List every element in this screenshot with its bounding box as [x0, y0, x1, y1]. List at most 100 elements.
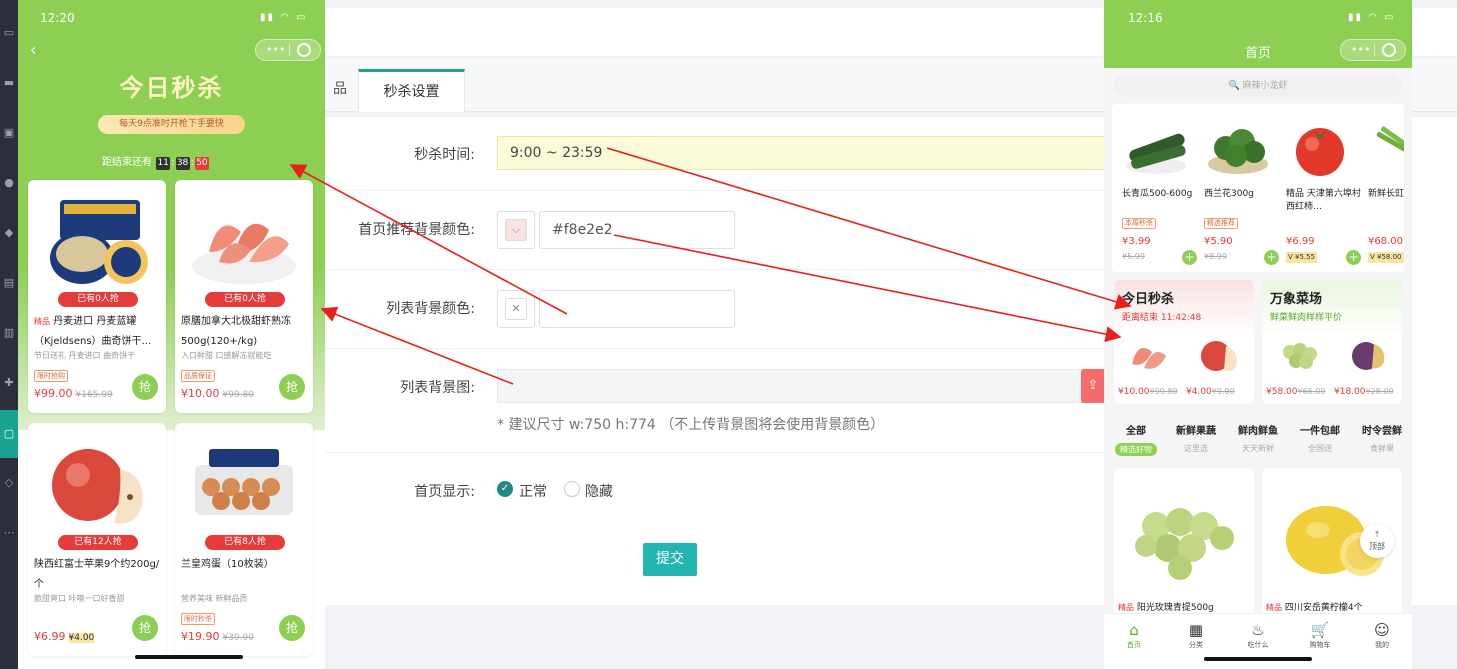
- radio-hidden-label[interactable]: 隐藏: [585, 481, 613, 501]
- users-icon[interactable]: ●: [2, 176, 16, 190]
- cube-icon[interactable]: ◇: [2, 476, 16, 490]
- item-price: ¥5.90: [1204, 236, 1233, 247]
- radio-hidden[interactable]: [564, 481, 580, 497]
- grid-icon: ▦: [1188, 621, 1204, 639]
- list-bg-color-input[interactable]: [539, 290, 735, 328]
- tab-previous[interactable]: 品: [325, 69, 355, 112]
- nav-cart[interactable]: 🛒 购物车: [1300, 620, 1340, 650]
- radio-normal-label[interactable]: 正常: [519, 481, 547, 501]
- home-bg-color-picker[interactable]: ⌵: [497, 211, 535, 249]
- tab-seckill-settings[interactable]: 秒杀设置: [358, 69, 465, 112]
- recommend-strip: 长青瓜500-600g 本周秒杀 ¥3.99 ¥5.99 + 西兰花300g 精…: [1112, 104, 1404, 272]
- seckill-slogan: 每天9点准时开枪下手要快: [98, 115, 245, 134]
- product-name: 精品 丹麦进口 丹麦蓝罐（Kjeldsens）曲奇饼干…: [34, 316, 152, 347]
- cart-icon[interactable]: ▬: [2, 76, 16, 90]
- category-tab-meat-fish[interactable]: 鲜肉鲜鱼 天天新鲜: [1228, 422, 1288, 454]
- promo-title: 今日秒杀: [1122, 292, 1175, 307]
- category-tab-all[interactable]: 全部 精选好物: [1106, 422, 1166, 456]
- list-bg-color-label: 列表背景颜色:: [386, 301, 475, 317]
- seckill-title: 今日秒杀: [119, 74, 224, 102]
- nav-category[interactable]: ▦ 分类: [1176, 620, 1216, 650]
- radio-normal[interactable]: ✓: [497, 481, 513, 497]
- check-icon: ✓: [500, 483, 510, 494]
- nav-home[interactable]: ⌂ 首页: [1114, 620, 1154, 650]
- category-tab-seasonal[interactable]: 时令尝鲜 食鲜果: [1352, 422, 1412, 454]
- cart-icon: 🛒: [1310, 621, 1330, 639]
- market-promo-card[interactable]: 万象菜场 鲜菜鲜肉样样平价 ¥58.00¥66.00 ¥18.00¥28.00: [1262, 280, 1402, 404]
- more-icon[interactable]: •••: [1351, 43, 1370, 56]
- countdown-seconds: 50: [194, 157, 209, 170]
- row-divider: [325, 452, 1105, 453]
- capsule-divider: [1374, 44, 1375, 56]
- doc-icon[interactable]: ▢: [2, 427, 16, 441]
- original-price: ¥39.90: [222, 633, 255, 643]
- grab-button[interactable]: 抢: [279, 615, 305, 641]
- nav-profile[interactable]: ☺ 我的: [1362, 620, 1402, 650]
- add-to-cart-button[interactable]: +: [1346, 250, 1361, 265]
- sold-count: 已有8人抢: [205, 535, 285, 550]
- card-icon[interactable]: ▣: [2, 126, 16, 140]
- countdown-label: 距结束还有: [102, 157, 152, 168]
- admin-sidebar: ▭ ▬ ▣ ● ◆ ▤ ▥ ✚ ▢ ◇ ⋯: [0, 0, 18, 669]
- category-tab-fruits-veg[interactable]: 新鲜果蔬 这里选: [1166, 422, 1226, 454]
- pot-icon: ♨: [1251, 621, 1265, 639]
- chart-icon[interactable]: ▤: [2, 276, 16, 290]
- submit-button[interactable]: 提交: [643, 543, 697, 576]
- seckill-time-field[interactable]: 9:00 ~ 23:59: [497, 136, 1105, 170]
- seckill-promo-card[interactable]: 今日秒杀 距离结束 11:42:48 ¥10.00¥99.80 ¥4.00¥9.…: [1114, 280, 1254, 404]
- search-input[interactable]: 🔍 麻辣小龙虾: [1114, 75, 1402, 97]
- promo-title: 万象菜场: [1270, 292, 1323, 307]
- add-to-cart-button[interactable]: +: [1182, 250, 1197, 265]
- miniprogram-capsule[interactable]: •••: [255, 39, 321, 61]
- status-icons: ▮▮ ◠ ▭: [260, 12, 308, 23]
- list-bg-color-picker[interactable]: ✕: [497, 290, 535, 328]
- chevron-down-icon: ⌵: [505, 219, 527, 241]
- product-price: ¥10.00 ¥99.80: [181, 387, 254, 400]
- upload-button[interactable]: ⇪: [1081, 369, 1105, 403]
- miniprogram-capsule[interactable]: •••: [1340, 39, 1406, 61]
- goods-card[interactable]: 精品 阳光玫瑰青提500g: [1114, 468, 1254, 618]
- product-tag: 限时秒杀: [181, 613, 215, 625]
- grape-image: [1283, 343, 1317, 369]
- capsule-divider: [289, 44, 290, 56]
- home-display-label: 首页显示:: [414, 484, 475, 500]
- item-tag: 本周秒杀: [1122, 218, 1156, 229]
- eggs-image: [195, 449, 293, 515]
- close-circle-icon[interactable]: [297, 43, 311, 57]
- back-icon[interactable]: ‹: [30, 40, 36, 59]
- promo-price: ¥4.00¥9.00: [1186, 387, 1235, 397]
- category-tab-free-shipping[interactable]: 一件包邮 全国送: [1290, 422, 1350, 454]
- grab-button[interactable]: 抢: [132, 374, 158, 400]
- product-card[interactable]: 已有12人抢 陕西红富士苹果9个约200g/个 脆甜爽口 咔嚓一口好香甜 ¥6.…: [28, 423, 166, 656]
- home-bg-color-label: 首页推荐背景颜色:: [358, 222, 475, 238]
- back-to-top-button[interactable]: ⤒ 顶部: [1360, 524, 1394, 558]
- nav-what-to-eat[interactable]: ♨ 吃什么: [1238, 620, 1278, 650]
- close-circle-icon[interactable]: [1382, 43, 1396, 57]
- grab-button[interactable]: 抢: [132, 615, 158, 641]
- product-subtitle: 营养美味 新鲜品质: [181, 594, 248, 603]
- share-icon[interactable]: ✚: [2, 376, 16, 390]
- list-bg-image-field[interactable]: [497, 369, 1105, 403]
- original-price: ¥99.80: [222, 390, 255, 400]
- promo-price: ¥18.00¥28.00: [1334, 387, 1394, 397]
- more-icon[interactable]: •••: [266, 43, 285, 56]
- grab-button[interactable]: 抢: [279, 374, 305, 400]
- promo-countdown: 距离结束 11:42:48: [1122, 313, 1202, 323]
- add-to-cart-button[interactable]: +: [1264, 250, 1279, 265]
- product-card[interactable]: 已有0人抢 精品 丹麦进口 丹麦蓝罐（Kjeldsens）曲奇饼干… 节日送礼 …: [28, 180, 166, 413]
- goods-name: 精品 阳光玫瑰青提500g: [1118, 603, 1214, 613]
- tag-icon[interactable]: ◆: [2, 226, 16, 240]
- original-price: ¥165.99: [75, 390, 113, 400]
- broccoli-image: [1208, 129, 1268, 174]
- apple-image: [52, 449, 143, 524]
- bank-icon[interactable]: ▥: [2, 326, 16, 340]
- more-icon[interactable]: ⋯: [2, 526, 16, 540]
- product-card[interactable]: 已有0人抢 原膳加拿大北极甜虾熟冻 500g(120+/kg) 入口鲜甜 口感解…: [175, 180, 313, 413]
- product-card[interactable]: 已有8人抢 兰皇鸡蛋（10枚装） 营养美味 新鲜品质 限时秒杀 ¥19.90 ¥3…: [175, 423, 313, 656]
- item-price: ¥6.99: [1286, 236, 1315, 247]
- monitor-icon[interactable]: ▭: [2, 26, 16, 40]
- phone-preview-home: 12:16 ▮▮ ◠ ▭ 首页 ••• 🔍 麻辣小龙虾 长青瓜500-600g …: [1104, 0, 1412, 669]
- home-bg-color-input[interactable]: #f8e2e2: [539, 211, 735, 249]
- product-price: ¥6.99 ¥4.00: [34, 630, 95, 643]
- sold-count: 已有0人抢: [58, 292, 138, 307]
